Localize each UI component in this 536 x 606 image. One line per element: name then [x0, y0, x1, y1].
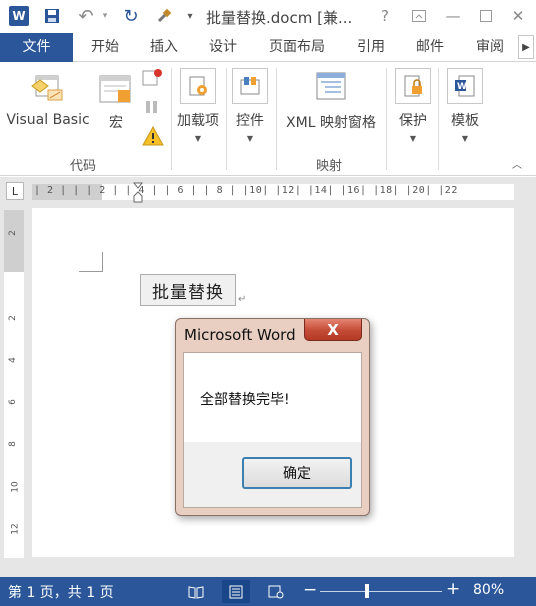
tab-design[interactable]: 设计: [199, 33, 247, 62]
zoom-level[interactable]: 80%: [473, 582, 504, 598]
macro-security-icon[interactable]: [142, 126, 164, 146]
macro-icon: [98, 70, 134, 106]
template-label: 模板: [451, 113, 479, 129]
tab-file[interactable]: 文件: [0, 33, 73, 62]
format-painter-icon[interactable]: [154, 6, 174, 26]
undo-icon[interactable]: ↶: [76, 6, 96, 27]
zoom-slider-thumb[interactable]: [365, 584, 369, 598]
tab-scroll-right-icon[interactable]: ▶: [518, 35, 534, 59]
collapse-ribbon-icon[interactable]: ︿: [512, 156, 522, 171]
ribbon-separator: [171, 68, 172, 170]
message-dialog: Microsoft Word X 全部替换完毕! 确定: [175, 318, 370, 516]
ribbon-separator: [226, 68, 227, 170]
undo-dropdown-icon[interactable]: ▾: [100, 6, 110, 26]
template-button[interactable]: W 模板 ▼: [444, 68, 486, 143]
protect-label: 保护: [399, 113, 427, 129]
read-mode-icon[interactable]: [182, 580, 210, 603]
ok-button[interactable]: 确定: [242, 457, 352, 489]
visual-basic-icon: [30, 70, 66, 106]
controls-icon: [232, 68, 268, 104]
batch-replace-button[interactable]: 批量替换: [140, 274, 236, 306]
ribbon-separator: [276, 68, 277, 170]
group-mapping-label: 映射: [316, 159, 343, 174]
vruler-number: 12: [10, 523, 21, 535]
zoom-in-button[interactable]: +: [446, 579, 460, 599]
addins-label: 加载项: [177, 113, 219, 129]
vruler-number: 2: [7, 315, 18, 321]
title-bar: W ↶ ▾ ↻ ▾ 批量替换.docm [兼... ? — ✕: [0, 0, 536, 33]
template-icon: W: [447, 68, 483, 104]
tab-layout[interactable]: 页面布局: [262, 33, 332, 62]
svg-text:W: W: [457, 82, 467, 92]
macro-label: 宏: [109, 115, 123, 131]
protect-button[interactable]: 保护 ▼: [392, 68, 434, 143]
dialog-close-button[interactable]: X: [304, 319, 362, 341]
group-code-label: 代码: [70, 159, 97, 174]
dialog-message: 全部替换完毕!: [200, 392, 290, 408]
tab-home[interactable]: 开始: [81, 33, 129, 62]
protect-icon: [395, 68, 431, 104]
xml-mapping-pane-button[interactable]: XML 映射窗格: [280, 68, 382, 132]
vruler-number: 8: [7, 441, 18, 447]
maximize-icon[interactable]: [472, 4, 500, 28]
zoom-out-button[interactable]: −: [303, 580, 317, 600]
tab-mailings[interactable]: 邮件: [406, 33, 454, 62]
dialog-body: 全部替换完毕!: [183, 352, 362, 442]
controls-label: 控件: [236, 113, 264, 129]
visual-basic-button[interactable]: Visual Basic: [6, 70, 90, 128]
print-layout-icon[interactable]: [222, 580, 250, 603]
vruler-number: 2: [7, 230, 18, 236]
visual-basic-label: Visual Basic: [6, 112, 90, 128]
protect-dropdown-icon: ▼: [409, 134, 417, 143]
tab-references[interactable]: 引用: [347, 33, 395, 62]
web-layout-icon[interactable]: [262, 580, 290, 603]
addins-dropdown-icon: ▼: [194, 134, 202, 143]
minimize-icon[interactable]: —: [439, 4, 467, 28]
macro-button[interactable]: 宏: [96, 70, 136, 132]
controls-button[interactable]: 控件 ▼: [230, 68, 270, 143]
zoom-slider[interactable]: [320, 591, 442, 592]
dialog-footer: 确定: [183, 442, 362, 508]
window-title: 批量替换.docm [兼...: [206, 9, 353, 27]
addins-icon: [180, 68, 216, 104]
vruler-number: 10: [10, 481, 21, 493]
ruler-top-margin: [4, 210, 24, 272]
tab-insert[interactable]: 插入: [140, 33, 188, 62]
word-logo-icon[interactable]: W: [9, 6, 29, 26]
controls-dropdown-icon: ▼: [246, 134, 254, 143]
tab-review[interactable]: 审阅: [466, 33, 514, 62]
close-window-icon[interactable]: ✕: [504, 4, 532, 28]
addins-button[interactable]: 加载项 ▼: [174, 68, 222, 143]
vruler-number: 6: [7, 399, 18, 405]
tab-selector[interactable]: L: [6, 182, 24, 200]
status-bar: 第 1 页，共 1 页 − + 80%: [0, 577, 536, 606]
ribbon-separator: [438, 68, 439, 170]
redo-icon[interactable]: ↻: [121, 6, 141, 27]
page-info[interactable]: 第 1 页，共 1 页: [8, 582, 114, 602]
horizontal-ruler[interactable]: | 2 | | | 2 | | 4 | | 6 | | 8 | |10| |12…: [32, 182, 514, 203]
save-icon[interactable]: [43, 6, 61, 26]
ribbon-separator: [386, 68, 387, 170]
record-macro-icon[interactable]: [142, 68, 164, 88]
vruler-number: 4: [7, 357, 18, 363]
xml-mapping-icon: [313, 68, 349, 104]
dialog-title: Microsoft Word: [184, 326, 296, 344]
vertical-ruler[interactable]: 2 2 4 6 8 10 12: [4, 210, 24, 558]
pause-recording-icon[interactable]: [142, 98, 164, 116]
template-dropdown-icon: ▼: [461, 134, 469, 143]
margin-corner-mark: [79, 252, 103, 272]
ribbon: Visual Basic 宏 代码 加载项 ▼ 控件 ▼ XML 映射窗格 映射…: [0, 62, 536, 176]
horizontal-ruler-ticks: | 2 | | | 2 | | 4 | | 6 | | 8 | |10| |12…: [34, 185, 458, 196]
indent-marker-icon[interactable]: [133, 182, 143, 204]
xml-mapping-label: XML 映射窗格: [286, 115, 376, 131]
customize-qat-icon[interactable]: ▾: [184, 6, 196, 26]
help-button[interactable]: ?: [371, 4, 399, 28]
ribbon-display-options-icon[interactable]: [405, 4, 433, 28]
paragraph-mark: ↵: [238, 294, 247, 305]
